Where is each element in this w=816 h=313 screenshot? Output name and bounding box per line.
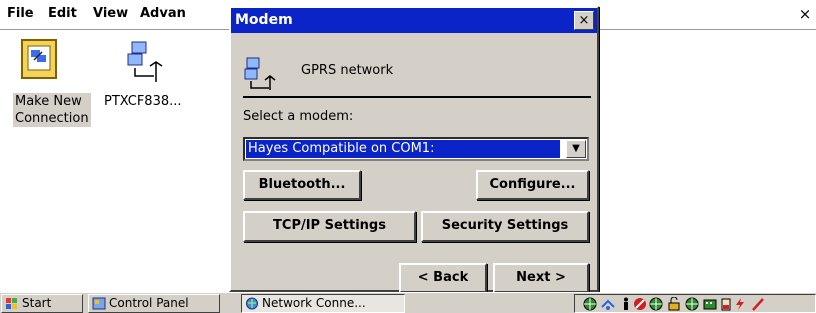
menu-edit[interactable]: Edit	[48, 6, 77, 21]
bluetooth-button[interactable]: Bluetooth...	[243, 170, 361, 200]
windows-logo-icon	[6, 298, 17, 309]
dialog-title: Modem	[235, 12, 293, 28]
network-connections-task[interactable]: Network Conne...	[241, 294, 405, 313]
make-new-connection-label: Make New Connection	[13, 93, 91, 127]
back-button[interactable]: < Back	[399, 263, 487, 293]
close-icon[interactable]: ×	[796, 4, 814, 24]
configure-button[interactable]: Configure...	[476, 170, 589, 200]
start-label: Start	[22, 296, 52, 310]
wifi-icon[interactable]	[601, 297, 615, 311]
dialog-title-bar: Modem ×	[231, 8, 597, 33]
taskbar: Start Control Panel Network Conne...	[0, 292, 816, 313]
network-connections-icon	[246, 297, 258, 310]
info-icon[interactable]	[619, 297, 633, 311]
menu-file[interactable]: File	[7, 6, 34, 21]
control-panel-label: Control Panel	[109, 296, 189, 310]
modem-dialog: Modem × GPRS network Select a modem: Hay…	[229, 6, 599, 293]
globe-icon-2[interactable]	[649, 297, 663, 311]
globe-icon-3[interactable]	[685, 297, 699, 311]
no-signal-icon[interactable]	[633, 297, 647, 311]
menu-advanced[interactable]: Advan	[140, 6, 186, 21]
connection-icon	[244, 57, 276, 90]
start-button[interactable]: Start	[1, 294, 83, 313]
lock-icon[interactable]	[667, 297, 681, 311]
tcpip-settings-button[interactable]: TCP/IP Settings	[243, 211, 416, 242]
next-button[interactable]: Next >	[493, 263, 589, 293]
pen-icon[interactable]	[751, 297, 765, 311]
modem-select-value: Hayes Compatible on COM1:	[246, 140, 560, 158]
control-panel-icon	[92, 297, 106, 310]
globe-icon[interactable]	[583, 297, 597, 311]
dialog-close-button[interactable]: ×	[574, 11, 594, 30]
power-icon[interactable]	[733, 297, 747, 311]
connection-name: GPRS network	[301, 63, 394, 78]
network-connections-label: Network Conne...	[262, 296, 366, 310]
menu-view[interactable]: View	[93, 6, 128, 21]
modem-select[interactable]: Hayes Compatible on COM1: ▼	[243, 137, 589, 161]
ptxcf838-label: PTXCF838...	[104, 94, 182, 109]
security-settings-button[interactable]: Security Settings	[421, 211, 589, 242]
select-modem-label: Select a modem:	[243, 109, 354, 124]
control-panel-task[interactable]: Control Panel	[88, 294, 220, 313]
make-new-connection-icon	[21, 39, 57, 79]
separator	[243, 96, 591, 98]
chevron-down-icon[interactable]: ▼	[566, 140, 586, 158]
network-connection-icon	[127, 41, 163, 82]
keyboard-icon[interactable]	[703, 297, 717, 311]
battery-icon[interactable]	[719, 297, 733, 311]
system-tray	[574, 294, 816, 313]
